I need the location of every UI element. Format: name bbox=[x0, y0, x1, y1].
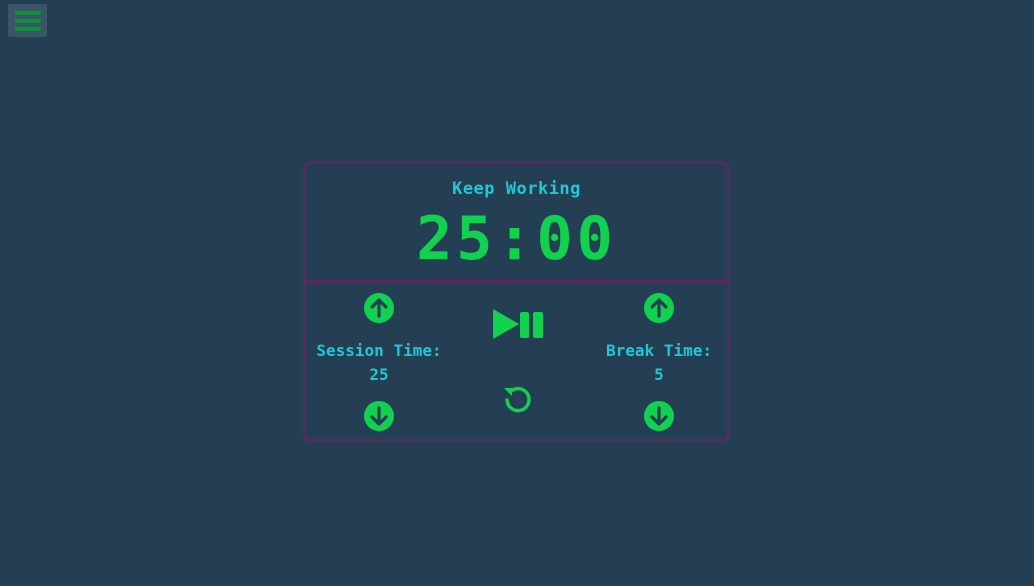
arrow-up-circle-icon bbox=[644, 293, 674, 323]
session-value: 25 bbox=[369, 365, 389, 384]
break-decrement-button[interactable] bbox=[644, 401, 674, 431]
session-control: Session Time: 25 bbox=[309, 283, 449, 439]
arrow-down-circle-icon bbox=[364, 401, 394, 431]
reset-button[interactable] bbox=[501, 383, 535, 417]
session-increment-button[interactable] bbox=[364, 293, 394, 323]
timer-panel: Keep Working 25:00 Session Time: 25 Brea… bbox=[303, 161, 730, 442]
arrow-down-circle-icon bbox=[644, 401, 674, 431]
break-value: 5 bbox=[654, 365, 664, 384]
pomodoro-page: Keep Working 25:00 Session Time: 25 Brea… bbox=[0, 0, 1034, 586]
reset-icon bbox=[504, 386, 531, 413]
timer-status: Keep Working bbox=[452, 179, 581, 199]
timer-clock: 25:00 bbox=[416, 204, 617, 274]
timer-controls: Session Time: 25 Break Time: 5 bbox=[306, 283, 727, 439]
timer-display: Keep Working 25:00 bbox=[306, 164, 727, 283]
break-increment-button[interactable] bbox=[644, 293, 674, 323]
hamburger-menu-icon bbox=[14, 10, 41, 31]
menu-button[interactable] bbox=[8, 4, 47, 37]
play-pause-button[interactable] bbox=[491, 307, 546, 341]
break-label: Break Time: bbox=[606, 341, 712, 360]
session-label: Session Time: bbox=[316, 341, 442, 360]
play-pause-icon bbox=[493, 309, 543, 339]
session-decrement-button[interactable] bbox=[364, 401, 394, 431]
arrow-up-circle-icon bbox=[364, 293, 394, 323]
break-control: Break Time: 5 bbox=[589, 283, 729, 439]
